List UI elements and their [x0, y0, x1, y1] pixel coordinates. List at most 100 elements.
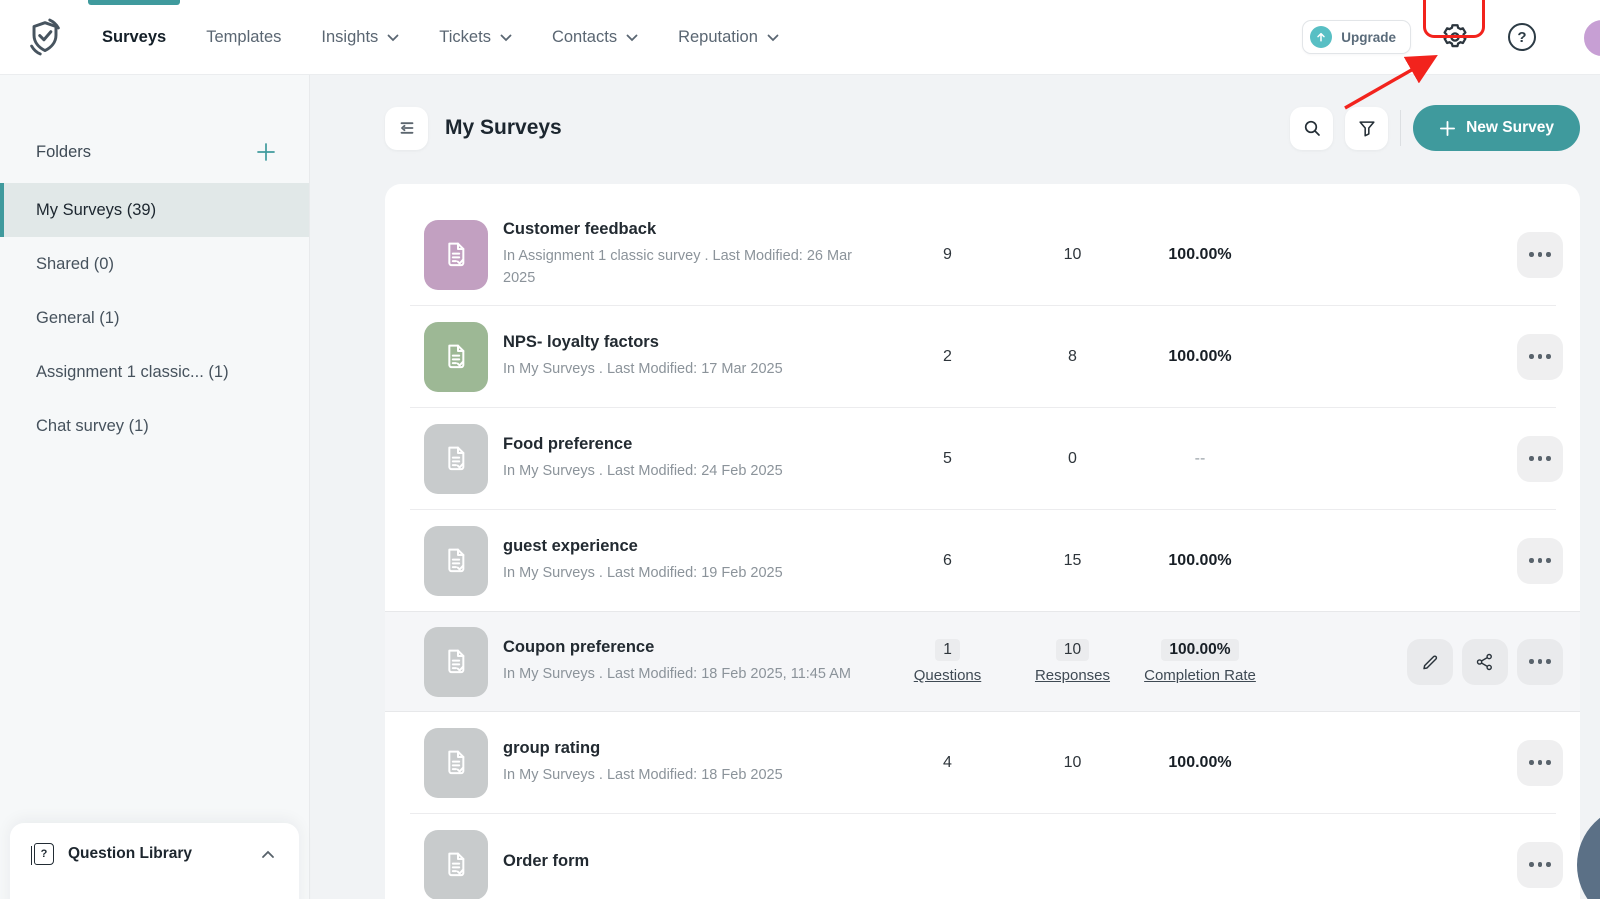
row-actions	[1517, 538, 1563, 584]
folders-title: Folders	[36, 143, 91, 162]
survey-row-nps-loyalty-factors[interactable]: NPS- loyalty factors In My Surveys . Las…	[385, 306, 1580, 407]
survey-meta: In Assignment 1 classic survey . Last Mo…	[503, 246, 875, 288]
add-folder-button[interactable]	[255, 141, 277, 163]
survey-row-food-preference[interactable]: Food preference In My Surveys . Last Mod…	[385, 408, 1580, 509]
survey-stats: 4 10 100.00%	[885, 754, 1265, 772]
active-tab-indicator	[88, 0, 180, 5]
survey-row-order-form[interactable]: Order form	[385, 814, 1580, 899]
nav-tab-tickets[interactable]: Tickets	[439, 0, 512, 75]
sidebar-item-shared[interactable]: Shared (0)	[0, 237, 309, 291]
folder-list: My Surveys (39) Shared (0) General (1) A…	[0, 183, 309, 453]
more-actions-icon[interactable]	[1517, 538, 1563, 584]
more-actions-icon[interactable]	[1517, 436, 1563, 482]
user-avatar[interactable]	[1582, 18, 1600, 58]
more-actions-icon[interactable]	[1517, 232, 1563, 278]
question-library-row: ? Question Library	[34, 843, 275, 865]
survey-title[interactable]: Order form	[503, 852, 875, 871]
completion-rate: 100.00%	[1135, 754, 1265, 772]
search-icon[interactable]	[1290, 107, 1333, 150]
completion-rate: 100.00%	[1135, 246, 1265, 264]
survey-stats: 2 8 100.00%	[885, 348, 1265, 366]
sidebar-item-my-surveys[interactable]: My Surveys (39)	[0, 183, 309, 237]
questions-count: 4	[885, 754, 1010, 772]
survey-title[interactable]: Customer feedback	[503, 220, 875, 239]
new-survey-button[interactable]: New Survey	[1413, 105, 1580, 151]
nav-tab-contacts[interactable]: Contacts	[552, 0, 638, 75]
folder-label: Assignment 1 classic... (1)	[36, 363, 229, 382]
survey-meta: In My Surveys . Last Modified: 24 Feb 20…	[503, 461, 875, 482]
primary-nav: Surveys Templates Insights Tickets Conta…	[102, 0, 779, 75]
share-icon[interactable]	[1462, 639, 1508, 685]
survey-info: NPS- loyalty factors In My Surveys . Las…	[503, 333, 875, 380]
more-actions-icon[interactable]	[1517, 740, 1563, 786]
top-navigation-bar: Surveys Templates Insights Tickets Conta…	[0, 0, 1600, 75]
upgrade-button[interactable]: Upgrade	[1302, 20, 1411, 54]
row-actions	[1517, 436, 1563, 482]
survey-row-customer-feedback[interactable]: Customer feedback In Assignment 1 classi…	[385, 204, 1580, 305]
plus-icon	[1439, 120, 1456, 137]
filter-icon[interactable]	[1345, 107, 1388, 150]
question-library-panel[interactable]: ? Question Library	[10, 823, 299, 899]
settings-gear-icon[interactable]	[1439, 21, 1471, 53]
help-icon[interactable]: ?	[1508, 23, 1536, 51]
sidebar-item-assignment-1-classic[interactable]: Assignment 1 classic... (1)	[0, 345, 309, 399]
responses-badge: 10	[1056, 639, 1089, 661]
chevron-up-icon[interactable]	[261, 850, 275, 859]
nav-tab-reputation[interactable]: Reputation	[678, 0, 779, 75]
questions-link[interactable]: Questions	[885, 667, 1010, 684]
nav-tab-surveys[interactable]: Surveys	[102, 0, 166, 75]
nav-tab-insights[interactable]: Insights	[321, 0, 399, 75]
survey-stats: 1 Questions 10 Responses 100.00% Complet…	[885, 639, 1265, 684]
survey-doc-icon	[424, 424, 488, 494]
survey-title[interactable]: NPS- loyalty factors	[503, 333, 875, 352]
new-survey-label: New Survey	[1466, 119, 1554, 137]
survey-list-card: Customer feedback In Assignment 1 classi…	[385, 184, 1580, 899]
responses-link[interactable]: Responses	[1010, 667, 1135, 684]
survey-title[interactable]: Food preference	[503, 435, 875, 454]
chevron-down-icon	[626, 34, 638, 42]
upgrade-arrow-icon	[1310, 26, 1332, 48]
survey-info: Order form	[503, 852, 875, 878]
more-actions-icon[interactable]	[1517, 334, 1563, 380]
nav-tab-templates[interactable]: Templates	[206, 0, 281, 75]
main-content: My Surveys New Survey	[310, 75, 1600, 899]
divider	[1400, 110, 1401, 146]
edit-icon[interactable]	[1407, 639, 1453, 685]
collapse-sidebar-icon[interactable]	[385, 107, 428, 150]
nav-label: Templates	[206, 28, 281, 47]
survey-title[interactable]: group rating	[503, 739, 875, 758]
survey-doc-icon	[424, 526, 488, 596]
survey-row-coupon-preference[interactable]: Coupon preference In My Surveys . Last M…	[385, 611, 1580, 712]
survey-row-guest-experience[interactable]: guest experience In My Surveys . Last Mo…	[385, 510, 1580, 611]
folders-sidebar: Folders My Surveys (39) Shared (0) Gener…	[0, 75, 310, 899]
nav-label: Reputation	[678, 28, 758, 47]
row-actions	[1407, 639, 1563, 685]
survey-doc-icon	[424, 220, 488, 290]
survey-row-group-rating[interactable]: group rating In My Surveys . Last Modifi…	[385, 712, 1580, 813]
row-actions	[1517, 740, 1563, 786]
survey-doc-icon	[424, 627, 488, 697]
more-actions-icon[interactable]	[1517, 842, 1563, 888]
survey-title[interactable]: Coupon preference	[503, 638, 875, 657]
app-logo-icon[interactable]	[24, 16, 66, 58]
responses-count: 0	[1010, 450, 1135, 468]
questions-count: 9	[885, 246, 1010, 264]
folder-label: General (1)	[36, 309, 119, 328]
completion-rate-link[interactable]: Completion Rate	[1135, 667, 1265, 684]
sidebar-item-general[interactable]: General (1)	[0, 291, 309, 345]
more-actions-icon[interactable]	[1517, 639, 1563, 685]
row-actions	[1517, 842, 1563, 888]
sidebar-item-chat-survey[interactable]: Chat survey (1)	[0, 399, 309, 453]
responses-count: 15	[1010, 552, 1135, 570]
survey-info: Customer feedback In Assignment 1 classi…	[503, 220, 875, 288]
folder-label: My Surveys (39)	[36, 201, 156, 220]
survey-info: Food preference In My Surveys . Last Mod…	[503, 435, 875, 482]
survey-stats: 5 0 --	[885, 450, 1265, 468]
responses-count: 8	[1010, 348, 1135, 366]
question-library-book-icon: ?	[34, 843, 54, 865]
questions-count: 2	[885, 348, 1010, 366]
survey-meta: In My Surveys . Last Modified: 19 Feb 20…	[503, 563, 875, 584]
completion-rate: 100.00%	[1135, 552, 1265, 570]
survey-title[interactable]: guest experience	[503, 537, 875, 556]
survey-doc-icon	[424, 322, 488, 392]
